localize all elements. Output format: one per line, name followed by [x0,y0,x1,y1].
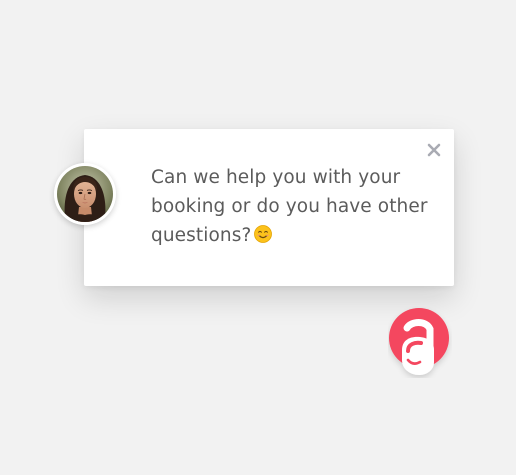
chat-invite-popup: Can we help you with your booking or do … [84,129,454,286]
chat-logo-icon [389,308,449,375]
chat-launcher-button[interactable] [388,306,452,378]
agent-avatar [54,163,116,225]
agent-photo-icon [54,163,116,225]
close-button[interactable] [426,142,442,158]
chat-invite-text: Can we help you with your booking or do … [151,167,428,246]
chat-invite-message: Can we help you with your booking or do … [151,163,431,250]
close-icon [427,143,441,157]
smiling-face-icon [254,223,273,243]
